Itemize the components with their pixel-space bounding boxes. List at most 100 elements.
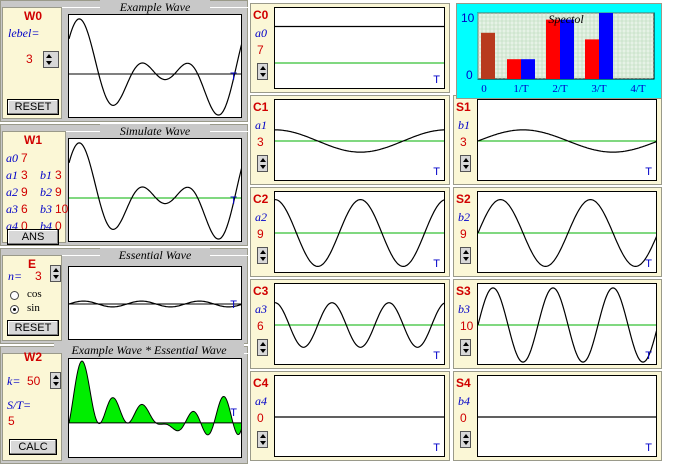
w2-t-label: T <box>230 407 237 419</box>
w1-b-value: 10 <box>55 202 69 216</box>
component-title-c3: C3 <box>253 284 269 298</box>
e-cos-radio[interactable] <box>10 291 19 300</box>
e-reset-button[interactable]: RESET <box>7 320 59 336</box>
w1-b-value: 3 <box>55 168 62 182</box>
component-t-c0: T <box>433 74 440 86</box>
component-value-c1: 3 <box>257 135 264 149</box>
w0-title: W0 <box>24 9 42 23</box>
w1-a-value: 9 <box>21 185 28 199</box>
w0-reset-button[interactable]: RESET <box>7 99 59 115</box>
component-value-c2: 9 <box>257 227 264 241</box>
w1-b-label: b1 <box>40 168 52 182</box>
w1-a-label: a1 <box>6 168 18 182</box>
component-stepper-s1[interactable] <box>460 155 471 172</box>
component-value-c3: 6 <box>257 319 264 333</box>
component-stepper-c2[interactable] <box>257 247 268 264</box>
e-header: Essential Wave <box>100 248 210 263</box>
component-coef-c2: a2 <box>255 210 267 224</box>
component-plot-s1: T <box>477 99 657 181</box>
component-value-s4: 0 <box>460 411 467 425</box>
component-t-s1: T <box>645 166 652 178</box>
component-t-c3: T <box>433 350 440 362</box>
w0-level-stepper[interactable] <box>43 51 59 68</box>
w1-t-label: T <box>230 195 237 207</box>
e-sin-label: sin <box>27 302 40 314</box>
component-value-c4: 0 <box>257 411 264 425</box>
spectrum-title: Spectol <box>548 12 584 26</box>
w1-a-label: a0 <box>6 151 18 165</box>
spectrum-bar-a2 <box>546 19 560 80</box>
w1-plot: T <box>68 138 242 242</box>
w0-header: Example Wave <box>100 0 210 15</box>
w1-a-value: 3 <box>21 168 28 182</box>
w1-b-value: 9 <box>55 185 62 199</box>
component-t-s2: T <box>645 258 652 270</box>
w2-fill <box>69 361 241 435</box>
w2-plot: T <box>68 358 242 458</box>
component-coef-c3: a3 <box>255 302 267 316</box>
w0-t-label: T <box>230 71 237 83</box>
w1-ans-button[interactable]: ANS <box>7 229 59 245</box>
w1-b-label: b2 <box>40 185 52 199</box>
component-value-s2: 9 <box>460 227 467 241</box>
component-stepper-s4[interactable] <box>460 431 471 448</box>
component-t-c4: T <box>433 442 440 454</box>
w1-header: Simulate Wave <box>100 124 210 139</box>
component-value-c0: 7 <box>257 43 264 57</box>
spectrum-x-tick: 1/T <box>513 83 529 95</box>
component-coef-s2: b2 <box>458 210 470 224</box>
w2-calc-button[interactable]: CALC <box>9 439 57 455</box>
component-plot-c1: T <box>274 99 445 181</box>
component-stepper-c0[interactable] <box>257 63 268 80</box>
component-coef-c1: a1 <box>255 118 267 132</box>
component-plot-c3: T <box>274 283 445 365</box>
component-title-s1: S1 <box>456 100 471 114</box>
component-stepper-s3[interactable] <box>460 339 471 356</box>
w1-a-value: 7 <box>21 151 28 165</box>
w2-st-label: S/T= <box>7 398 32 412</box>
w2-title: W2 <box>24 350 42 364</box>
e-n-stepper[interactable] <box>50 265 61 282</box>
spectrum-x-tick: 4/T <box>630 83 646 95</box>
w2-curve <box>69 360 241 436</box>
component-t-c1: T <box>433 166 440 178</box>
w1-title: W1 <box>24 133 42 147</box>
e-t-label: T <box>230 299 237 311</box>
spectrum-bar-b2 <box>560 19 574 80</box>
spectrum-x-tick: 0 <box>481 83 487 95</box>
component-coef-s4: b4 <box>458 394 470 408</box>
w0-wave-curve <box>69 18 241 116</box>
spectrum-bar-a0 <box>481 32 495 79</box>
component-plot-c2: T <box>274 191 445 273</box>
spectrum-bar-a1 <box>507 59 521 79</box>
w0-value: 3 <box>26 52 33 66</box>
spectrum-x-tick: 2/T <box>552 83 568 95</box>
component-plot-s3: T <box>477 283 657 365</box>
w2-k-stepper[interactable] <box>50 372 61 389</box>
w2-st-value: 5 <box>8 414 15 428</box>
component-t-s3: T <box>645 350 652 362</box>
component-stepper-c3[interactable] <box>257 339 268 356</box>
component-coef-c4: a4 <box>255 394 267 408</box>
component-coef-c0: a0 <box>255 26 267 40</box>
w2-k-value: 50 <box>27 374 41 388</box>
spectrum-y-tick-min: 0 <box>466 68 473 82</box>
component-coef-s3: b3 <box>458 302 470 316</box>
component-stepper-c1[interactable] <box>257 155 268 172</box>
e-sin-radio[interactable] <box>10 305 19 314</box>
component-value-s3: 10 <box>460 319 474 333</box>
component-t-s4: T <box>645 442 652 454</box>
component-title-c4: C4 <box>253 376 269 390</box>
e-plot: T <box>68 266 242 340</box>
spectrum-y-tick-max: 10 <box>461 11 475 25</box>
spectrum-bar-b1 <box>521 59 535 79</box>
spectrum-bar-a3 <box>585 39 599 79</box>
component-title-c2: C2 <box>253 192 269 206</box>
component-coef-s1: b1 <box>458 118 470 132</box>
component-plot-s2: T <box>477 191 657 273</box>
component-stepper-s2[interactable] <box>460 247 471 264</box>
w2-k-label: k= <box>7 374 21 388</box>
component-title-s4: S4 <box>456 376 471 390</box>
component-title-s3: S3 <box>456 284 471 298</box>
component-stepper-c4[interactable] <box>257 431 268 448</box>
